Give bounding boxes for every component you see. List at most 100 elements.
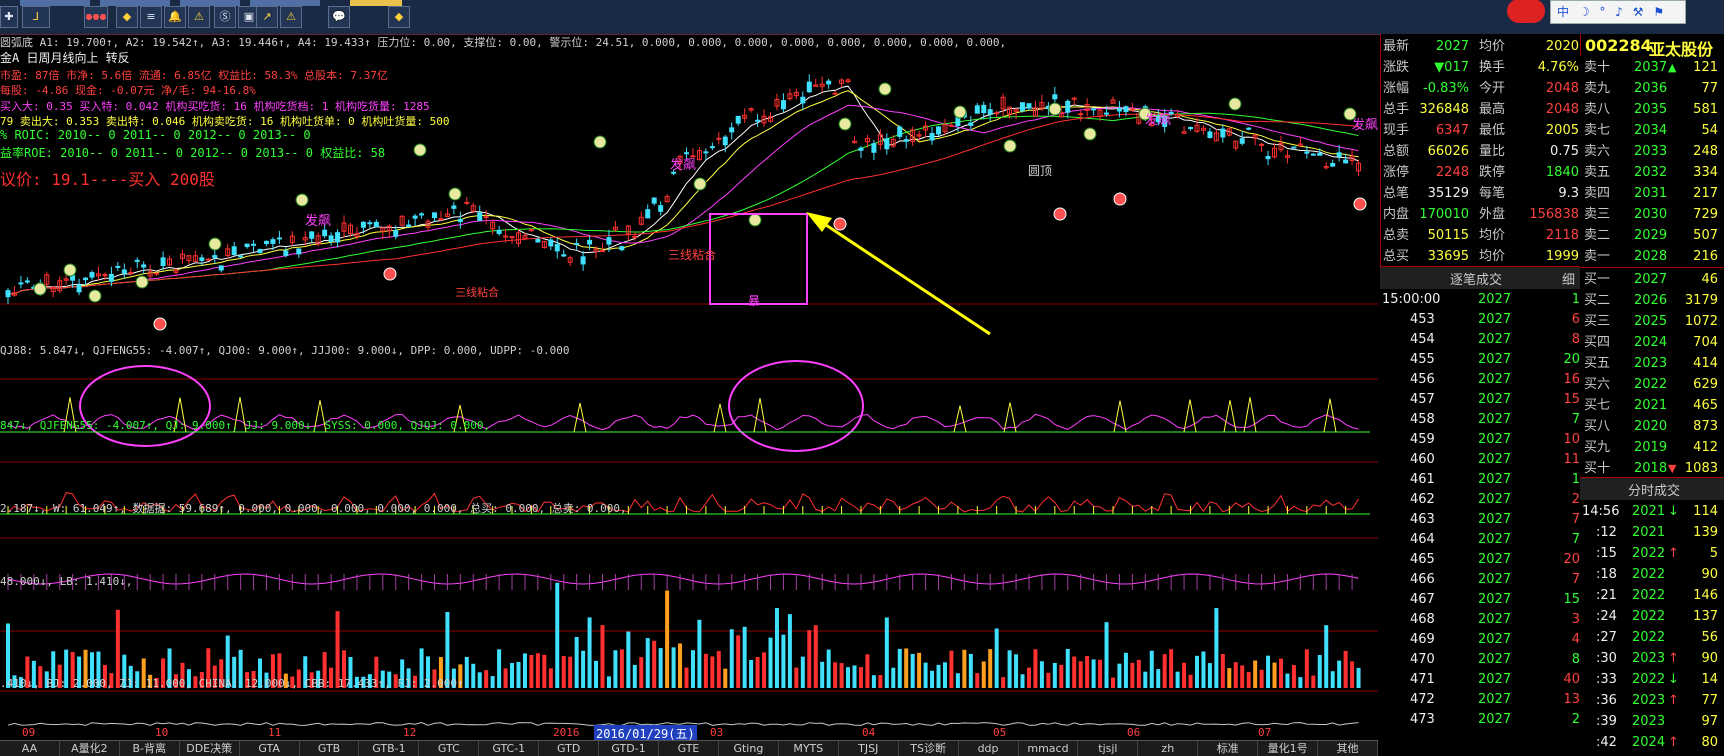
ruler-icon[interactable]: ⅃ [22, 6, 50, 28]
diamond-icon-2[interactable]: ◆ [388, 6, 410, 28]
indicator-tab[interactable]: 其他 [1318, 741, 1378, 756]
volume-bar [923, 662, 928, 688]
list-icon[interactable]: ≡ [140, 6, 162, 28]
ask-row[interactable]: 卖三 2030 729 [1580, 204, 1722, 226]
ask-row[interactable]: 卖四 2031 217 [1580, 183, 1722, 205]
candle-body [251, 243, 257, 246]
ask-row[interactable]: 卖七 2034 54 [1580, 120, 1722, 142]
candle-body [431, 212, 437, 219]
indicator-tab[interactable]: Gting [719, 741, 779, 756]
qq-avatar-icon[interactable] [1507, 0, 1545, 23]
candle-body [1310, 153, 1316, 156]
ask-row[interactable]: 卖五 2032 334 [1580, 162, 1722, 184]
ask-row[interactable]: 卖十 2037 ▲ 121 [1580, 57, 1722, 79]
indicator-tab[interactable]: GTD [539, 741, 600, 756]
flag-icon[interactable]: ⚑ [1653, 5, 1664, 19]
indicator-tab[interactable]: ddp [959, 741, 1019, 756]
ime-language[interactable]: 中 [1557, 5, 1569, 19]
bid-row[interactable]: 买三 2025 1072 [1580, 311, 1722, 333]
alert-icon[interactable]: ⚠ [280, 6, 302, 28]
diamond-icon[interactable]: ◆ [116, 6, 138, 28]
indicator-tab[interactable]: GTB-1 [359, 741, 420, 756]
volume-bar [1130, 662, 1135, 688]
ask-row[interactable]: 卖二 2029 507 [1580, 225, 1722, 247]
tool-icon[interactable]: ⚒ [1633, 5, 1644, 19]
indicator-icon[interactable]: ●●● [84, 6, 108, 28]
candle-body [503, 235, 509, 238]
quote-label: 最新 [1383, 39, 1410, 54]
tick-price: 2027 [1478, 392, 1512, 407]
indicator-tab[interactable]: AA [0, 741, 60, 756]
tick-detail-button[interactable]: 细 [1562, 269, 1575, 288]
volume-bar [1343, 650, 1348, 688]
trade-time: :27 [1596, 630, 1617, 645]
ask-row[interactable]: 卖八 2035 581 [1580, 99, 1722, 121]
sound-icon[interactable]: ♪ [1615, 5, 1623, 19]
candle-body [755, 119, 761, 122]
warning-icon[interactable]: ⚠ [188, 6, 210, 28]
indicator-tab[interactable]: GTC [419, 741, 480, 756]
indicator-tab[interactable]: GTC-1 [479, 741, 540, 756]
stock-code: 002284 [1585, 36, 1652, 55]
volume-bar [1098, 659, 1103, 688]
message-icon[interactable]: 💬 [328, 6, 350, 28]
bid-row[interactable]: 买一 2027 46 [1580, 269, 1722, 291]
bid-row[interactable]: 买六 2022 629 [1580, 374, 1722, 396]
smiley-marker-icon [1048, 102, 1062, 116]
candle-body [826, 80, 832, 85]
volume-bar [690, 650, 695, 688]
bid-row[interactable]: 买七 2021 465 [1580, 395, 1722, 417]
bid-row[interactable]: 买二 2026 3179 [1580, 290, 1722, 312]
candle-body [238, 255, 244, 258]
indicator-tab[interactable]: DDE决策 [180, 741, 240, 756]
level-volume: 414 [1693, 356, 1718, 371]
indicator-tab[interactable]: MYTS [779, 741, 839, 756]
candle-body [1336, 152, 1342, 158]
candle-body [244, 243, 250, 248]
indicator-spike [1223, 400, 1237, 433]
ask-row[interactable]: 卖一 2028 216 [1580, 246, 1722, 268]
bid-row[interactable]: 买八 2020 873 [1580, 416, 1722, 438]
bid-row[interactable]: 买五 2023 414 [1580, 353, 1722, 375]
ask-row[interactable]: 卖九 2036 77 [1580, 78, 1722, 100]
indicator-tab[interactable]: 量化1号 [1258, 741, 1319, 756]
crosshair-icon[interactable]: ✚ [0, 6, 18, 28]
indicator-tab[interactable]: GTB [300, 741, 360, 756]
indicator-tab[interactable]: zh [1138, 741, 1199, 756]
ime-toolbar[interactable]: 中 ☽ ° ♪ ⚒ ⚑ [1507, 0, 1686, 24]
trend-icon[interactable]: ↗ [256, 6, 278, 28]
quote-row: 现手 6347 最低 2005 [1381, 120, 1581, 141]
bell-icon[interactable]: 🔔 [164, 6, 186, 28]
s-icon[interactable]: Ⓢ [214, 6, 236, 28]
tick-price: 2027 [1478, 692, 1512, 707]
indicator-tab[interactable]: GTE [659, 741, 719, 756]
tick-volume: 7 [1571, 412, 1580, 427]
moon-icon[interactable]: ☽ [1579, 5, 1590, 19]
tick-volume: 15 [1563, 392, 1580, 407]
indicator-tab[interactable]: tjsjl [1078, 741, 1139, 756]
indicator-tab[interactable]: GTA [240, 741, 300, 756]
candle-body [360, 221, 366, 228]
kline-chart-area[interactable]: 圆弧底 A1: 19.700↑, A2: 19.542↑, A3: 19.446… [0, 34, 1378, 742]
ask-row[interactable]: 卖六 2033 248 [1580, 141, 1722, 163]
indicator-tab[interactable]: TS诊断 [899, 741, 959, 756]
candle-body [1304, 151, 1310, 154]
punct-icon[interactable]: ° [1599, 5, 1605, 19]
indicator-tab[interactable]: GTD-1 [599, 741, 660, 756]
indicator-tab[interactable]: B-背离 [120, 741, 180, 756]
bid-row[interactable]: 买四 2024 704 [1580, 332, 1722, 354]
candle-body [218, 265, 224, 271]
level-price: 2033 [1634, 144, 1668, 159]
indicator-tab[interactable]: TJSJ [839, 741, 899, 756]
candle-body [561, 254, 567, 257]
bid-row[interactable]: 买九 2019 412 [1580, 437, 1722, 459]
level-price: 2023 [1634, 356, 1668, 371]
level-price: 2021 [1634, 398, 1668, 413]
level-volume: 216 [1693, 249, 1718, 264]
quote-row: 最新 2027 均价 2020 [1381, 36, 1581, 57]
indicator-tab[interactable]: mmacd [1019, 741, 1079, 756]
indicator-tab[interactable]: A量化2 [60, 741, 120, 756]
tick-price: 2027 [1478, 352, 1512, 367]
level-price: 2026 [1634, 293, 1668, 308]
indicator-tab[interactable]: 标准 [1198, 741, 1259, 756]
